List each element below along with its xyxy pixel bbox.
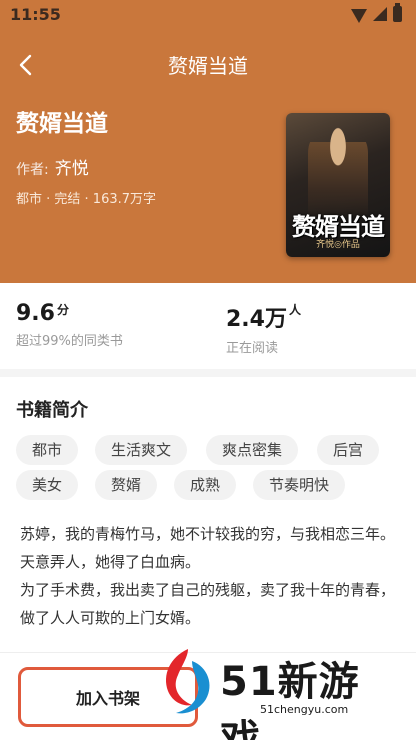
synopsis: 苏婷，我的青梅竹马，她不计较我的穷，与我相恋三年。 天意弄人，她得了白血病。 为… bbox=[20, 520, 400, 632]
author-label: 作者: bbox=[16, 162, 49, 178]
page-title: 赘婿当道 bbox=[168, 54, 248, 78]
tag-item[interactable]: 赘婿 bbox=[95, 470, 158, 500]
book-title: 赘婿当道 bbox=[16, 111, 108, 137]
watermark-logo-icon bbox=[166, 649, 210, 714]
book-header: 11:55 赘婿当道 赘婿当道 作者: 齐悦 都市 · 完结 · 163.7万字… bbox=[0, 0, 416, 283]
synopsis-line: 天意弄人，她得了白血病。 bbox=[20, 553, 201, 571]
author-row[interactable]: 作者: 齐悦 bbox=[16, 154, 89, 179]
status-icons bbox=[351, 3, 402, 23]
book-meta: 都市 · 完结 · 163.7万字 bbox=[16, 192, 157, 207]
cover-illustration bbox=[308, 123, 368, 218]
status-time: 11:55 bbox=[10, 5, 61, 24]
signal-icon bbox=[373, 7, 387, 21]
author-name[interactable]: 齐悦 bbox=[55, 154, 89, 179]
watermark-url: 51chengyu.com bbox=[260, 703, 349, 716]
book-cover[interactable]: 赘婿当道 齐悦◎作品 bbox=[286, 113, 390, 257]
readers-label: 正在阅读 bbox=[226, 341, 279, 356]
wifi-icon bbox=[351, 9, 367, 23]
synopsis-line: 为了手术费，我出卖了自己的残躯，卖了我十年的青春， bbox=[20, 581, 396, 599]
nav-bar: 赘婿当道 bbox=[0, 40, 416, 90]
readers-unit: 人 bbox=[288, 303, 301, 317]
score-value: 9.6 bbox=[16, 301, 55, 326]
battery-icon bbox=[393, 3, 402, 22]
synopsis-line: 苏婷，我的青梅竹马，她不计较我的穷，与我相恋三年。 bbox=[20, 525, 396, 543]
tag-item[interactable]: 成熟 bbox=[174, 470, 237, 500]
tag-item[interactable]: 节奏明快 bbox=[253, 470, 346, 500]
intro-title: 书籍简介 bbox=[16, 400, 88, 421]
site-watermark: 51新游戏 51chengyu.com bbox=[158, 645, 398, 740]
section-divider bbox=[0, 369, 416, 377]
score-stat: 9.6 分 超过99%的同类书 bbox=[16, 301, 123, 349]
tag-item[interactable]: 美女 bbox=[16, 470, 79, 500]
score-unit: 分 bbox=[56, 303, 69, 317]
readers-stat: 2.4万人 正在阅读 bbox=[226, 301, 301, 356]
cover-subtitle: 齐悦◎作品 bbox=[316, 240, 360, 250]
tag-item[interactable]: 爽点密集 bbox=[206, 435, 299, 465]
tag-item[interactable]: 都市 bbox=[16, 435, 79, 465]
status-bar: 11:55 bbox=[0, 0, 416, 30]
readers-value: 2.4万 bbox=[226, 307, 287, 332]
watermark-text: 51新游戏 bbox=[220, 659, 360, 740]
score-label: 超过99%的同类书 bbox=[16, 334, 123, 349]
tag-item[interactable]: 后宫 bbox=[317, 435, 380, 465]
tag-item[interactable]: 生活爽文 bbox=[95, 435, 188, 465]
stats-panel: 9.6 分 超过99%的同类书 2.4万人 正在阅读 bbox=[0, 283, 416, 369]
synopsis-line: 做了人人可欺的上门女婿。 bbox=[20, 609, 201, 627]
